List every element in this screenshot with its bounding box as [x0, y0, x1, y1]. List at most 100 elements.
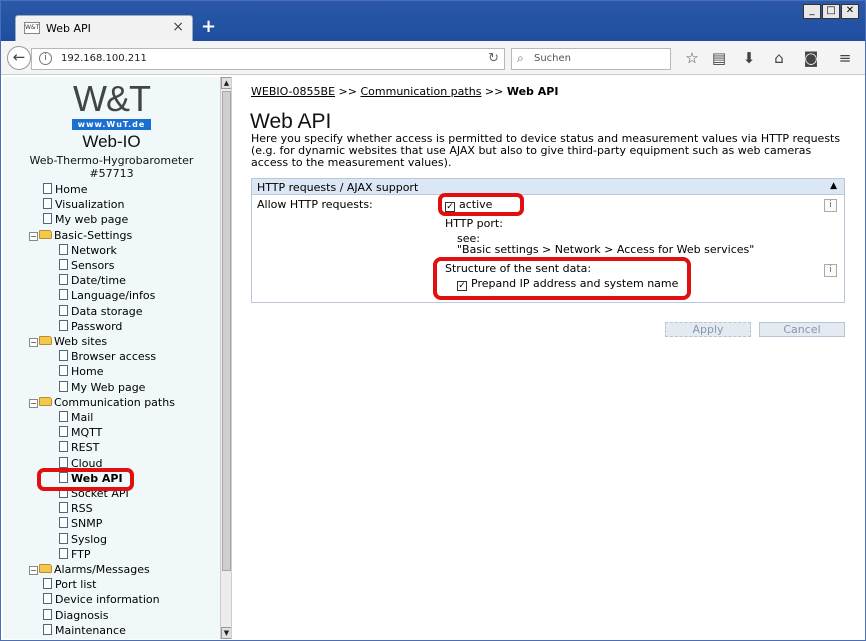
sidebar-item-communication-paths[interactable]: − Communication paths: [29, 396, 175, 411]
minimize-button[interactable]: _: [803, 4, 821, 19]
tab-close-icon[interactable]: ×: [172, 19, 184, 35]
page-icon: [59, 517, 68, 529]
sidebar-item-syslog[interactable]: Syslog: [59, 532, 107, 548]
sidebar-item-browser-access[interactable]: Browser access: [59, 350, 156, 365]
collapse-minus-icon[interactable]: −: [29, 566, 38, 575]
sidebar-item-web-sites[interactable]: − Web sites: [29, 335, 107, 350]
new-tab-button[interactable]: +: [201, 16, 216, 37]
sidebar-item-password[interactable]: Password: [59, 319, 123, 335]
folder-icon: [39, 564, 52, 573]
page-icon: [59, 274, 68, 286]
reading-list-icon[interactable]: ▤: [709, 49, 729, 67]
scroll-down-arrow-icon[interactable]: ▼: [221, 627, 231, 639]
scroll-thumb[interactable]: [222, 91, 231, 571]
sidebar-item-label: Browser access: [71, 350, 157, 364]
http-port-label: HTTP port:: [445, 217, 503, 230]
device-type: Web-Thermo-Hygrobarometer: [29, 154, 194, 167]
url-text: 192.168.100.211: [61, 53, 147, 64]
sidebar-item-port-list[interactable]: Port list: [43, 578, 96, 593]
collapse-minus-icon[interactable]: −: [29, 338, 38, 347]
page-icon: [59, 441, 68, 453]
sidebar-item-rest[interactable]: REST: [59, 441, 99, 456]
sidebar-item-label: Network: [71, 243, 117, 257]
sidebar-item-label: RSS: [71, 502, 93, 516]
sidebar-item-network[interactable]: Network: [59, 243, 117, 259]
breadcrumb-communication-link[interactable]: Communication paths: [360, 85, 481, 98]
sidebar-scrollbar[interactable]: ▲ ▼: [220, 77, 231, 639]
pocket-icon[interactable]: ◙: [801, 49, 821, 67]
sidebar-item-label: Language/infos: [71, 289, 156, 303]
sidebar-item-label: Password: [71, 319, 123, 333]
sidebar-item-home[interactable]: Home: [59, 365, 103, 380]
sidebar-item-rss[interactable]: RSS: [59, 502, 93, 517]
sidebar-item-label: Syslog: [71, 532, 107, 546]
wut-logo: W&T: [73, 78, 151, 119]
sidebar-item-device-information[interactable]: Device information: [43, 593, 160, 608]
wut-favicon-icon: W&T: [24, 22, 40, 34]
sidebar-item-basic-settings[interactable]: − Basic-Settings: [29, 229, 132, 244]
site-info-icon[interactable]: i: [39, 52, 52, 65]
device-id: #57713: [89, 167, 134, 180]
collapse-minus-icon[interactable]: −: [29, 398, 38, 408]
active-highlight: [438, 193, 524, 216]
scroll-up-arrow-icon[interactable]: ▲: [221, 77, 231, 89]
maximize-button[interactable]: □: [822, 4, 840, 19]
page-icon: [59, 426, 68, 438]
sidebar-item-label: Mail: [71, 411, 94, 424]
breadcrumb-root-link[interactable]: WEBIO-0855BE: [251, 85, 335, 98]
breadcrumb-separator: >>: [484, 85, 504, 98]
download-arrow-icon[interactable]: ⬇: [739, 49, 759, 67]
page-icon: [59, 456, 68, 468]
search-input[interactable]: ⌕ Suchen: [511, 48, 671, 70]
sidebar-item-date-time[interactable]: Date/time: [59, 274, 126, 289]
sidebar-item-home[interactable]: Home: [43, 183, 87, 198]
sidebar-item-sensors[interactable]: Sensors: [59, 259, 114, 274]
sidebar-item-label: FTP: [71, 547, 91, 561]
page-icon: [59, 502, 68, 514]
sidebar-item-label: My web page: [55, 213, 129, 227]
sidebar-item-language-infos[interactable]: Language/infos: [59, 289, 155, 304]
cancel-button[interactable]: Cancel: [759, 322, 845, 337]
device-header: W&T www.WuT.de Web-IO Web-Thermo-Hygroba…: [3, 78, 220, 181]
sidebar-item-maintenance[interactable]: Maintenance: [43, 623, 126, 639]
page-icon: [59, 259, 68, 270]
sidebar-item-label: Sensors: [71, 259, 115, 272]
bookmark-star-icon[interactable]: ☆: [682, 49, 702, 67]
collapse-icon[interactable]: ▲: [830, 181, 837, 191]
info-icon[interactable]: i: [824, 264, 837, 277]
breadcrumb: WEBIO-0855BE >> Communication paths >> W…: [251, 85, 558, 98]
back-arrow-icon[interactable]: ←: [7, 46, 31, 70]
sidebar-item-label: Home: [55, 183, 88, 196]
see-path-text: "Basic settings > Network > Access for W…: [457, 243, 755, 256]
sidebar-item-label: Device information: [55, 593, 160, 607]
url-bar[interactable]: i 192.168.100.211 ↻: [31, 48, 505, 70]
sidebar-item-alarms-messages[interactable]: − Alarms/Messages: [29, 563, 150, 578]
page-icon: [59, 289, 68, 301]
close-window-button[interactable]: ✕: [841, 4, 859, 19]
page-icon: [59, 547, 68, 559]
info-icon[interactable]: i: [824, 199, 837, 212]
sidebar-item-visualization[interactable]: Visualization: [43, 198, 124, 213]
sidebar-item-label: My Web page: [71, 380, 146, 394]
page-icon: [59, 243, 68, 255]
sidebar-item-mqtt[interactable]: MQTT: [59, 426, 102, 441]
sidebar-item-snmp[interactable]: SNMP: [59, 517, 102, 532]
reload-icon[interactable]: ↻: [488, 51, 499, 66]
page-icon: [43, 213, 52, 225]
tab-web-api[interactable]: W&T Web API ×: [15, 15, 193, 41]
sidebar-item-my-web-page[interactable]: My Web page: [59, 380, 146, 396]
sidebar-item-label: Maintenance: [55, 623, 126, 637]
page-icon: [43, 183, 52, 194]
sidebar-item-label: Basic-Settings: [54, 228, 133, 242]
sidebar-item-mail[interactable]: Mail: [59, 411, 93, 426]
collapse-minus-icon[interactable]: −: [29, 231, 38, 241]
sidebar-item-my-web-page[interactable]: My web page: [43, 213, 128, 228]
sidebar-item-diagnosis[interactable]: Diagnosis: [43, 608, 108, 624]
sidebar-item-ftp[interactable]: FTP: [59, 547, 91, 563]
home-icon[interactable]: ⌂: [769, 49, 789, 67]
folder-icon: [39, 396, 52, 406]
hamburger-menu-icon[interactable]: ≡: [835, 49, 855, 67]
sidebar-item-data-storage[interactable]: Data storage: [59, 304, 143, 320]
search-icon: ⌕: [517, 51, 524, 65]
apply-button[interactable]: Apply: [665, 322, 751, 337]
